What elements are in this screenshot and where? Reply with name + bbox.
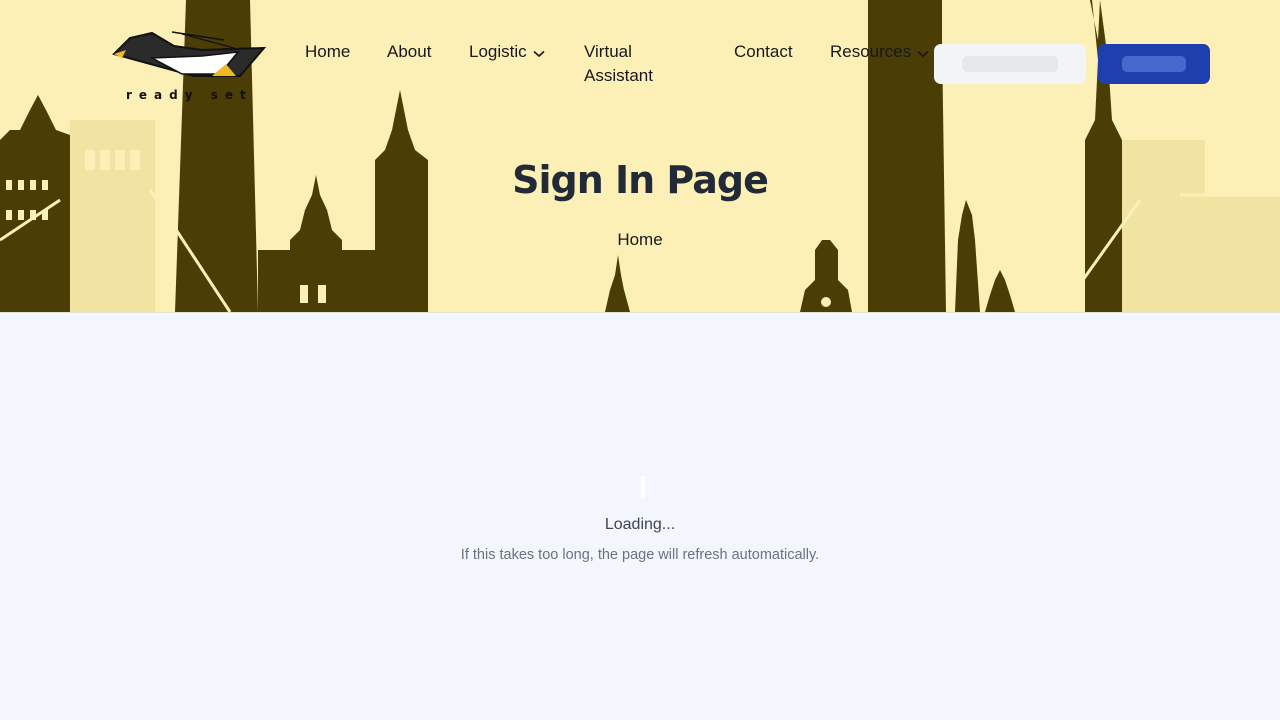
brand-logo-text: ready set — [126, 88, 253, 102]
penguin-bird-icon — [112, 31, 267, 77]
chevron-down-icon — [533, 41, 545, 65]
nav-contact[interactable]: Contact — [734, 40, 793, 64]
loading-text: Loading... — [604, 516, 676, 533]
nav-logistic-label: Logistic — [469, 42, 527, 61]
nav-about[interactable]: About — [387, 40, 431, 64]
breadcrumb-home[interactable]: Home — [0, 230, 1280, 250]
refresh-hint: If this takes too long, the page will re… — [460, 547, 820, 563]
chevron-down-icon — [917, 41, 929, 65]
nav-virtual-assistant[interactable]: Virtual Assistant — [584, 40, 694, 88]
nav-logistic[interactable]: Logistic — [469, 40, 545, 65]
hero-banner: ready set Home About Logistic Virtual As… — [0, 0, 1280, 313]
nav-home[interactable]: Home — [305, 40, 350, 64]
loading-spinner — [641, 476, 645, 498]
nav-resources-label: Resources — [830, 42, 912, 61]
sign-up-button-placeholder[interactable] — [1098, 44, 1210, 84]
button-label-skeleton — [962, 56, 1058, 72]
sign-in-button-placeholder[interactable] — [934, 44, 1086, 84]
nav-resources[interactable]: Resources — [830, 40, 929, 65]
button-label-skeleton — [1122, 56, 1186, 72]
page-title: Sign In Page — [512, 158, 769, 202]
